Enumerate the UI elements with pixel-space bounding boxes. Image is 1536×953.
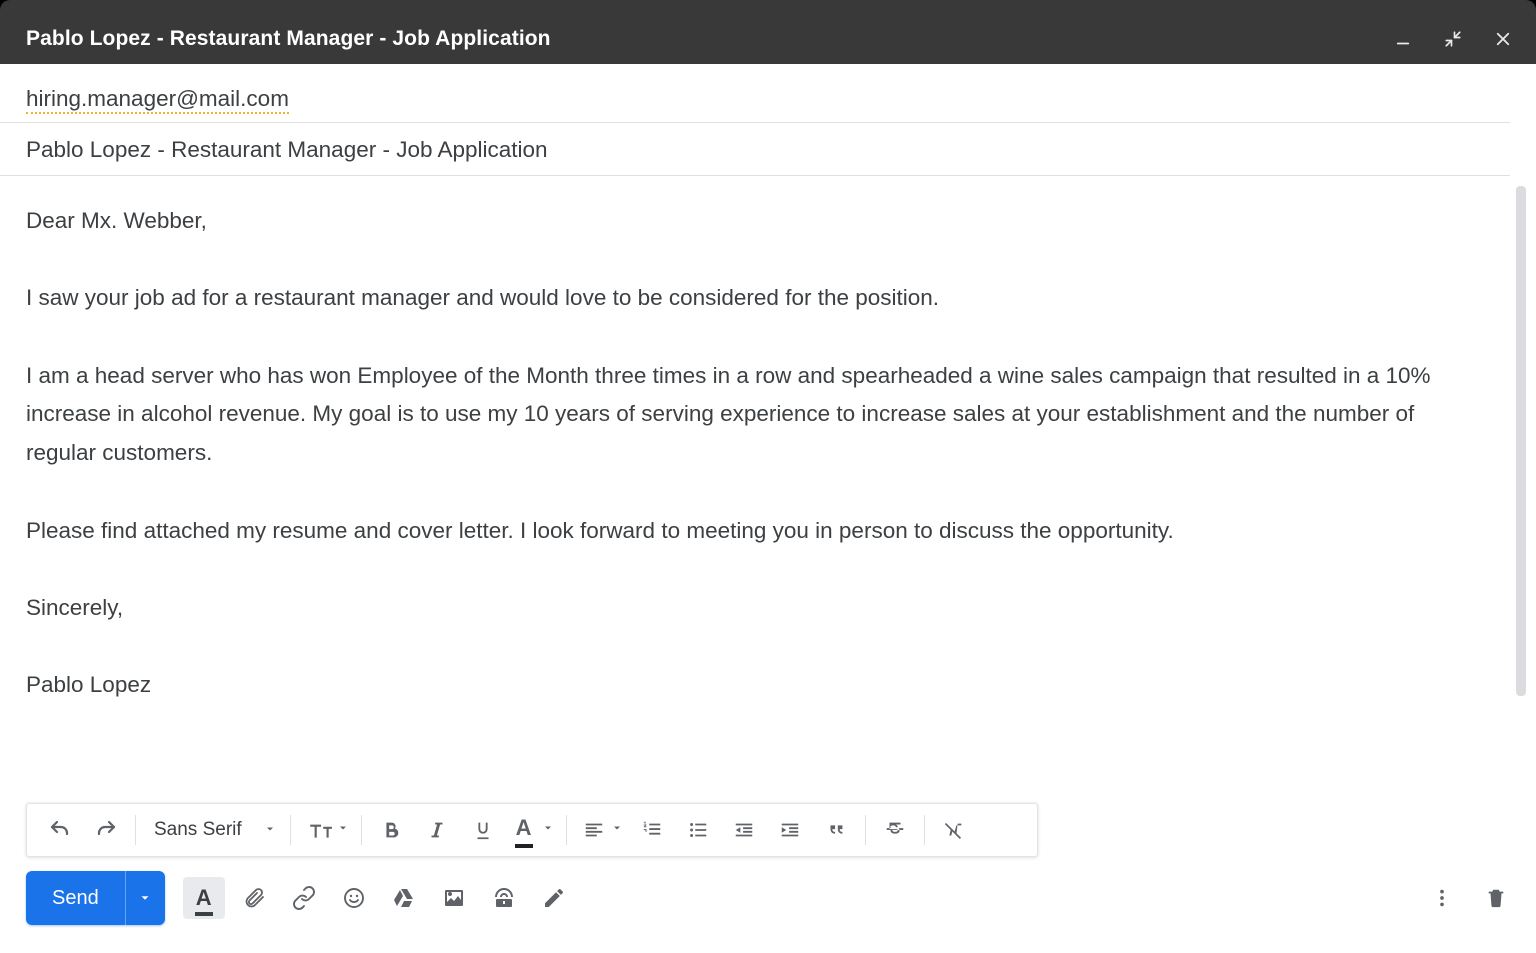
insert-signature-button[interactable] [533, 877, 575, 919]
chevron-down-icon [337, 821, 349, 839]
send-button[interactable]: Send [26, 871, 165, 925]
recipient-chip[interactable]: hiring.manager@mail.com [26, 86, 289, 114]
compose-action-bar: Send A [26, 871, 1516, 925]
message-body[interactable]: Dear Mx. Webber, I saw your job ad for a… [0, 184, 1516, 763]
font-family-label: Sans Serif [154, 819, 242, 841]
bold-button[interactable] [368, 810, 414, 850]
font-family-select[interactable]: Sans Serif [142, 810, 284, 850]
chevron-down-icon [611, 821, 623, 839]
remove-formatting-button[interactable] [931, 810, 977, 850]
redo-button[interactable] [83, 810, 129, 850]
formatting-toolbar: Sans Serif A [26, 803, 1038, 857]
recipients-field[interactable]: hiring.manager@mail.com [0, 64, 1510, 123]
formatting-options-button[interactable]: A [183, 877, 225, 919]
chevron-down-icon [542, 821, 554, 839]
quote-button[interactable] [813, 810, 859, 850]
indent-decrease-button[interactable] [721, 810, 767, 850]
confidential-mode-button[interactable] [483, 877, 525, 919]
bulleted-list-button[interactable] [675, 810, 721, 850]
text-color-select[interactable]: A [506, 810, 560, 850]
undo-button[interactable] [37, 810, 83, 850]
exit-fullscreen-icon[interactable] [1442, 28, 1464, 50]
attach-file-button[interactable] [233, 877, 275, 919]
window-titlebar[interactable]: Pablo Lopez - Restaurant Manager - Job A… [0, 14, 1536, 64]
subject-field[interactable]: Pablo Lopez - Restaurant Manager - Job A… [0, 123, 1510, 176]
more-options-button[interactable] [1422, 878, 1462, 918]
insert-drive-button[interactable] [383, 877, 425, 919]
send-button-main[interactable]: Send [26, 871, 125, 925]
text-color-icon: A [516, 815, 532, 845]
indent-increase-button[interactable] [767, 810, 813, 850]
insert-emoji-button[interactable] [333, 877, 375, 919]
underline-button[interactable] [460, 810, 506, 850]
font-size-select[interactable] [297, 810, 355, 850]
chevron-down-icon [264, 819, 276, 841]
window-title: Pablo Lopez - Restaurant Manager - Job A… [26, 27, 551, 51]
close-icon[interactable] [1492, 28, 1514, 50]
send-options-dropdown[interactable] [125, 871, 165, 925]
body-scrollbar[interactable] [1516, 186, 1526, 696]
numbered-list-button[interactable] [629, 810, 675, 850]
insert-link-button[interactable] [283, 877, 325, 919]
discard-draft-button[interactable] [1476, 878, 1516, 918]
minimize-icon[interactable] [1392, 28, 1414, 50]
align-select[interactable] [573, 810, 629, 850]
insert-photo-button[interactable] [433, 877, 475, 919]
strikethrough-button[interactable] [872, 810, 918, 850]
italic-button[interactable] [414, 810, 460, 850]
